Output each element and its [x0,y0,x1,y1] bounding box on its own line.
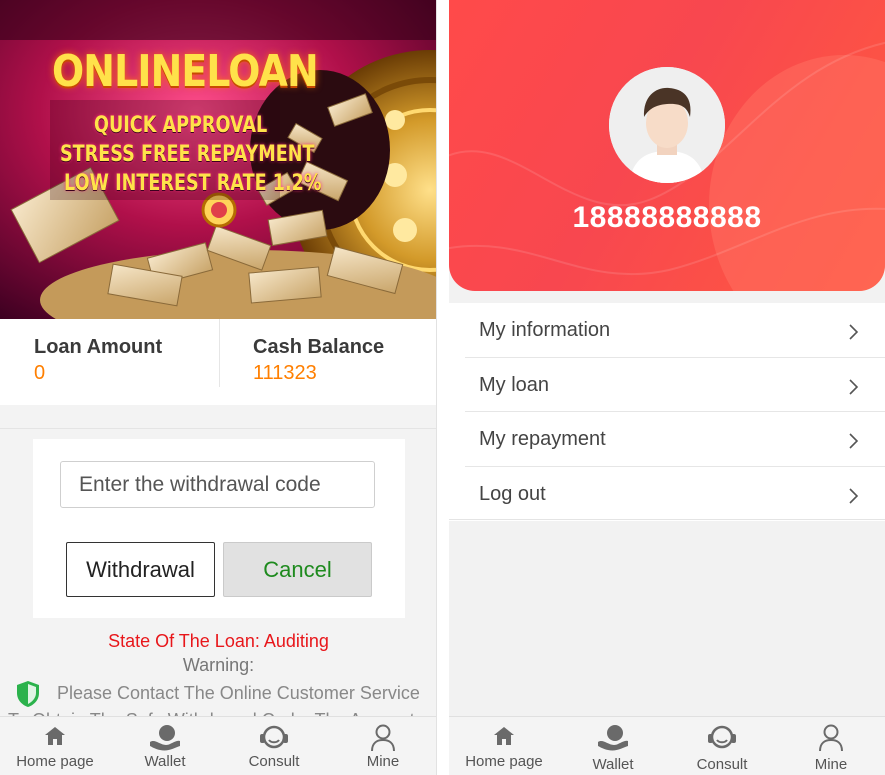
wallet-icon [598,725,628,751]
menu-item-my-information[interactable]: My information [465,303,885,358]
consult-icon [260,725,288,749]
home-icon [494,727,514,745]
nav-home[interactable]: Home page [449,717,559,775]
bottom-nav: Home page Wallet Consult Mine [0,716,436,775]
chevron-right-icon [849,378,859,395]
banner-line-approval: QUICK APPROVAL [94,113,268,138]
nav-consult-label: Consult [696,756,748,773]
nav-wallet-label: Wallet [144,753,186,770]
banner-title: ONLINELOAN [52,46,319,97]
warning-label: Warning: [182,655,255,675]
nav-wallet-label: Wallet [592,756,634,773]
nav-home-label: Home page [465,753,543,770]
menu-label: My loan [479,373,550,396]
chevron-right-icon [849,487,859,504]
nav-consult[interactable]: Consult [219,717,329,775]
menu-item-log-out[interactable]: Log out [465,467,885,522]
nav-home-label: Home page [16,753,94,770]
cash-balance-stat: Cash Balance 111323 [253,319,433,405]
nav-mine-label: Mine [366,753,400,770]
menu-item-my-repayment[interactable]: My repayment [465,412,885,467]
nav-wallet[interactable]: Wallet [558,717,668,775]
profile-header: 18888888888 [449,0,885,291]
nav-consult[interactable]: Consult [667,717,777,775]
withdrawal-button[interactable]: Withdrawal [66,542,215,597]
menu-label: My repayment [479,428,606,450]
cash-balance-label: Cash Balance [253,336,385,358]
cancel-button[interactable]: Cancel [223,542,372,597]
promo-banner[interactable]: ONLINELOAN QUICK APPROVAL STRESS FREE RE… [0,0,436,319]
banner-line-interest: LOW INTEREST RATE 1.2% [64,171,322,196]
avatar-icon [609,67,725,183]
nav-wallet[interactable]: Wallet [110,717,220,775]
phone-number: 18888888888 [572,201,762,234]
nav-mine[interactable]: Mine [776,717,885,775]
loan-amount-value: 0 [34,362,46,384]
loan-amount-label: Loan Amount [34,336,163,358]
withdrawal-code-input[interactable] [60,461,375,508]
stat-divider [219,319,220,387]
nav-mine-label: Mine [814,756,848,773]
user-icon [819,724,843,752]
banner-line-repayment: STRESS FREE REPAYMENT [60,142,315,167]
menu-item-my-loan[interactable]: My loan [465,358,885,412]
home-icon [45,727,65,745]
avatar[interactable] [609,67,725,183]
wallet-icon [150,725,180,751]
menu-divider [449,519,885,520]
menu-label: Log out [479,482,546,505]
user-icon [371,724,395,752]
loan-amount-stat: Loan Amount 0 [34,319,219,405]
shield-icon [17,681,39,707]
withdraw-card: Withdrawal Cancel [33,439,405,618]
nav-consult-label: Consult [248,753,300,770]
loan-screen: ONLINELOAN QUICK APPROVAL STRESS FREE RE… [0,0,437,775]
loan-state-text: State Of The Loan: Auditing [108,631,329,651]
profile-menu: My information My loan My repayment Log … [449,303,885,521]
nav-mine[interactable]: Mine [328,717,436,775]
nav-home[interactable]: Home page [0,717,110,775]
profile-screen: 18888888888 My information My loan My re… [449,0,885,775]
consult-icon [708,725,736,749]
menu-label: My information [479,319,611,341]
cash-balance-value: 111323 [253,362,317,384]
chevron-right-icon [849,433,859,449]
chevron-right-icon [849,324,859,340]
section-divider [0,428,436,429]
balance-summary: Loan Amount 0 Cash Balance 111323 [0,319,436,405]
bottom-nav: Home page Wallet Consult Mine [449,716,885,775]
